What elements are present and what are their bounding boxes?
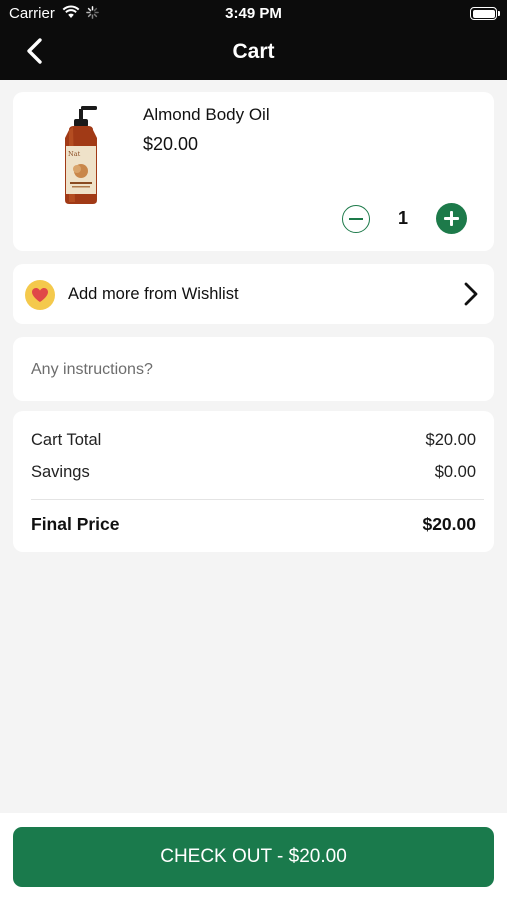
wishlist-row[interactable]: Add more from Wishlist [13, 264, 494, 324]
final-price-label: Final Price [31, 514, 120, 534]
instructions-input[interactable] [31, 357, 471, 383]
status-bar: Carrier 3:49 PM [0, 0, 507, 28]
quantity-value: 1 [397, 208, 408, 228]
heart-icon [25, 280, 55, 310]
product-price: $20.00 [143, 134, 199, 154]
decrease-quantity-button[interactable] [342, 205, 370, 233]
navigation-bar: Cart [0, 28, 507, 80]
savings-value: $0.00 [434, 463, 476, 481]
cart-total-label: Cart Total [31, 431, 102, 449]
summary-divider [31, 499, 484, 500]
product-image: Nat [53, 106, 113, 206]
top-bar: Carrier 3:49 PM Cart [0, 0, 507, 80]
cart-item-card: Nat Almond Body Oil $20.00 1 [13, 92, 494, 251]
chevron-right-icon [462, 281, 480, 307]
savings-label: Savings [31, 463, 90, 481]
status-time: 3:49 PM [225, 5, 282, 22]
wishlist-label: Add more from Wishlist [68, 285, 239, 303]
product-name: Almond Body Oil [143, 105, 270, 124]
svg-text:Nat: Nat [68, 150, 81, 158]
cart-total-value: $20.00 [425, 431, 476, 449]
checkout-footer: CHECK OUT - $20.00 [0, 813, 507, 900]
price-summary-card: Cart Total $20.00 Savings $0.00 Final Pr… [13, 411, 494, 552]
instructions-card [13, 337, 494, 401]
final-price-value: $20.00 [422, 514, 476, 534]
battery-icon [470, 7, 500, 20]
checkout-button[interactable]: CHECK OUT - $20.00 [13, 827, 494, 887]
page-title: Cart [232, 40, 275, 63]
increase-quantity-button[interactable] [436, 203, 467, 234]
